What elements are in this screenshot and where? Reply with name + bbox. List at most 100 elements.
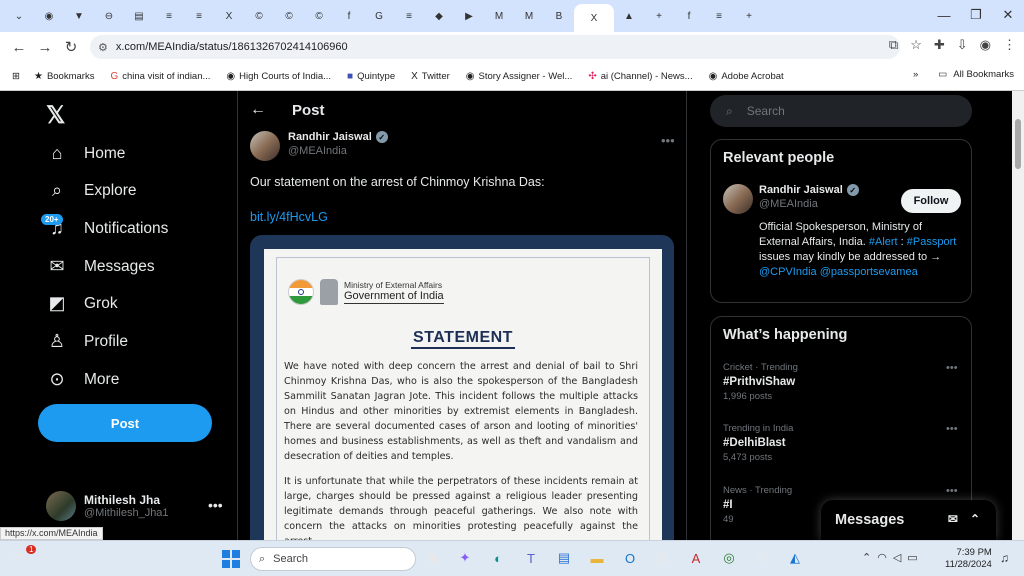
bookmark-item[interactable]: Gchina visit of indian... — [110, 71, 210, 82]
profile-avatar-icon[interactable]: ◉ — [980, 37, 991, 53]
bookmark-star-icon[interactable]: ☆ — [910, 37, 922, 53]
browser-tab[interactable]: G — [364, 4, 394, 28]
avatar[interactable] — [250, 131, 280, 161]
battery-icon[interactable]: ▭ — [907, 551, 917, 564]
browser-tab[interactable]: © — [274, 4, 304, 28]
account-switcher[interactable]: Mithilesh Jha @Mithilesh_Jha1 ••• — [46, 491, 223, 521]
author-handle[interactable]: @MEAIndia — [288, 145, 388, 157]
browser-tab[interactable]: ▼ — [64, 4, 94, 28]
teams-icon[interactable]: T — [519, 545, 543, 571]
trend-item[interactable]: Trending in India #DelhiBlast 5,473 post… — [723, 423, 958, 463]
install-app-icon[interactable]: ⧉ — [889, 37, 898, 53]
task-view-icon[interactable]: ▣ — [420, 545, 444, 571]
chevron-up-icon[interactable]: ⌃ — [862, 551, 871, 564]
person-name[interactable]: Randhir Jaiswal — [759, 184, 843, 196]
browser-tab[interactable]: M — [484, 4, 514, 28]
site-info-icon[interactable]: ⚙ — [98, 41, 108, 54]
expand-chevron-icon[interactable]: ⌃ — [970, 512, 980, 526]
back-icon[interactable]: ← — [6, 39, 32, 56]
browser-tab[interactable]: ≡ — [704, 4, 734, 28]
notepad-icon[interactable]: ▥ — [651, 545, 675, 571]
browser-tab[interactable]: ▲ — [614, 4, 644, 28]
browser-tab[interactable]: ≡ — [184, 4, 214, 28]
browser-tab[interactable]: + — [644, 4, 674, 28]
back-arrow-icon[interactable]: ← — [250, 101, 266, 119]
browser-tab[interactable]: © — [244, 4, 274, 28]
nav-messages[interactable]: ✉ Messages — [46, 256, 154, 277]
post-more-icon[interactable]: ••• — [661, 133, 675, 148]
browser-tab[interactable]: f — [334, 4, 364, 28]
nav-grok[interactable]: ◩ Grok — [46, 293, 117, 314]
mention-link[interactable]: @CPVIndia — [759, 266, 817, 278]
settings-gear-icon[interactable]: ⚙ — [750, 545, 774, 571]
browser-tab[interactable]: ◉ — [34, 4, 64, 28]
copilot-icon[interactable]: ✦ — [453, 545, 477, 571]
new-message-icon[interactable]: ✉ — [948, 512, 958, 526]
wifi-icon[interactable]: ◠ — [877, 551, 887, 564]
browser-tab[interactable]: X — [214, 4, 244, 28]
browser-tab[interactable]: ▤ — [124, 4, 154, 28]
bookmark-item[interactable]: ◉ Story Assigner - Wel... — [466, 71, 573, 82]
post-button[interactable]: Post — [38, 404, 212, 442]
forward-icon[interactable]: → — [32, 39, 58, 56]
nav-notifications[interactable]: ♫ Notifications — [46, 218, 168, 239]
menu-kebab-icon[interactable]: ⋮ — [1003, 37, 1016, 53]
nav-more[interactable]: ⊙ More — [46, 369, 119, 390]
volume-icon[interactable]: ◁ — [893, 551, 901, 564]
bookmark-item[interactable]: ◉ High Courts of India... — [226, 71, 331, 82]
follow-button[interactable]: Follow — [901, 189, 961, 213]
bookmark-item[interactable]: ✣ ai (Channel) - News... — [588, 71, 692, 82]
page-scrollbar[interactable] — [1012, 91, 1024, 540]
address-bar[interactable]: ⚙ x.com/MEAIndia/status/1861326702414106… — [90, 35, 900, 59]
maximize-button[interactable]: ❐ — [960, 0, 992, 30]
chrome-icon[interactable]: ◎ — [717, 545, 741, 571]
taskbar-clock[interactable]: 7:39 PM 11/28/2024 — [945, 547, 992, 571]
post-media-image[interactable]: Ministry of External Affairs Government … — [250, 235, 674, 540]
browser-tab[interactable]: ⊖ — [94, 4, 124, 28]
browser-tab[interactable]: © — [304, 4, 334, 28]
person-handle[interactable]: @MEAIndia — [759, 198, 859, 210]
browser-tab[interactable]: ≡ — [394, 4, 424, 28]
file-explorer-icon[interactable]: ▬ — [585, 545, 609, 571]
browser-tab[interactable]: ≡ — [154, 4, 184, 28]
bookmark-item[interactable]: ◉ Adobe Acrobat — [709, 71, 784, 82]
bookmark-item[interactable]: X Twitter — [411, 71, 450, 82]
author-name[interactable]: Randhir Jaiswal — [288, 131, 372, 143]
post-author[interactable]: Randhir Jaiswal ✓ @MEAIndia — [250, 131, 388, 161]
post-link[interactable]: bit.ly/4fHcvLG — [250, 210, 328, 224]
messages-drawer[interactable]: Messages ✉ ⌃ — [821, 500, 996, 540]
all-bookmarks[interactable]: » ▭ All Bookmarks — [913, 69, 1014, 80]
close-window-button[interactable]: ✕ — [992, 0, 1024, 30]
outlook-icon[interactable]: O — [618, 545, 642, 571]
x-logo-icon[interactable]: 𝕏 — [46, 101, 65, 130]
relevant-person[interactable]: Randhir Jaiswal ✓ @MEAIndia — [723, 184, 859, 214]
browser-tab-active[interactable]: X — [574, 4, 614, 32]
account-more-icon[interactable]: ••• — [208, 497, 223, 513]
nav-profile[interactable]: ♙ Profile — [46, 331, 128, 352]
hashtag-link[interactable]: #Alert — [869, 236, 898, 248]
reload-icon[interactable]: ↻ — [58, 38, 84, 56]
trend-item[interactable]: Cricket · Trending #PrithviShaw 1,996 po… — [723, 362, 958, 402]
nav-home[interactable]: ⌂ Home — [46, 143, 126, 164]
store-icon[interactable]: ▤ — [552, 545, 576, 571]
new-tab-button[interactable]: + — [734, 4, 764, 28]
bookmark-item[interactable]: ■ Quintype — [347, 71, 395, 82]
trend-more-icon[interactable]: ••• — [946, 423, 958, 435]
browser-tab[interactable]: M — [514, 4, 544, 28]
start-button-icon[interactable] — [222, 550, 240, 568]
edge-icon[interactable]: ◐ — [486, 545, 510, 571]
bookmarks-overflow-icon[interactable]: » — [913, 69, 918, 80]
trend-item[interactable]: News · Trending #I 49 ••• — [723, 485, 958, 525]
hashtag-link[interactable]: #Passport — [907, 236, 957, 248]
download-icon[interactable]: ⇩ — [957, 37, 968, 53]
browser-tab[interactable]: f — [674, 4, 704, 28]
app-icon[interactable]: ◭ — [783, 545, 807, 571]
minimize-button[interactable]: — — [928, 0, 960, 30]
browser-tab[interactable]: ▶ — [454, 4, 484, 28]
extensions-icon[interactable]: ✚ — [934, 37, 945, 53]
trend-more-icon[interactable]: ••• — [946, 362, 958, 374]
browser-tab[interactable]: B — [544, 4, 574, 28]
nav-explore[interactable]: ⌕ Explore — [46, 180, 137, 201]
search-input[interactable]: ⌕ Search — [710, 95, 972, 127]
app-icon[interactable]: A — [684, 545, 708, 571]
